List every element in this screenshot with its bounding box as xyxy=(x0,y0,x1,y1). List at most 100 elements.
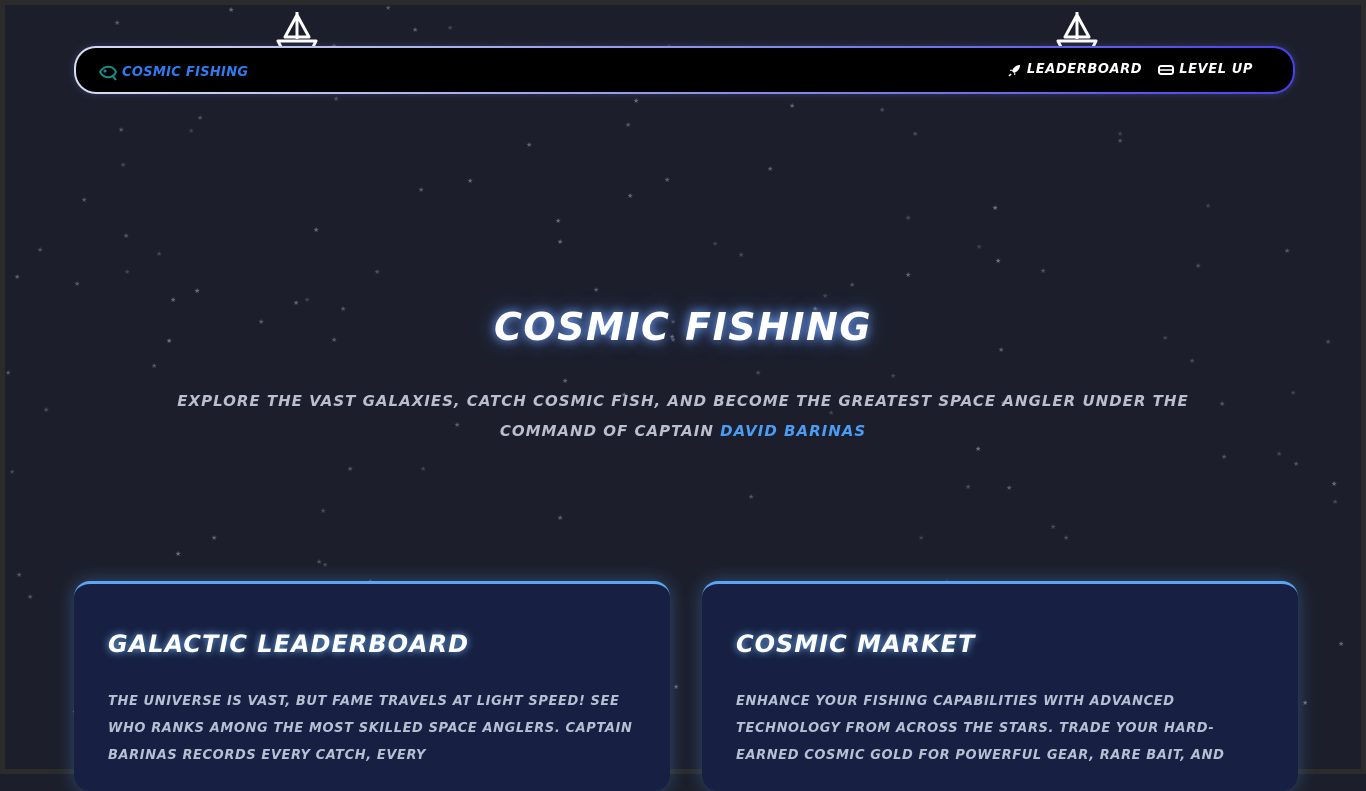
star-decoration: ★ xyxy=(316,558,323,566)
star-decoration: ★ xyxy=(1117,137,1124,145)
captain-name: DAVID BARINAS xyxy=(720,422,867,440)
star-decoration: ★ xyxy=(789,102,796,110)
card-description: ENHANCE YOUR FISHING CAPABILITIES WITH A… xyxy=(736,694,1225,763)
star-decoration: ★ xyxy=(118,126,125,134)
star-decoration: ★ xyxy=(1290,389,1297,397)
star-decoration: ★ xyxy=(385,4,392,12)
star-decoration: ★ xyxy=(822,292,829,300)
nav-link-label: LEVEL UP xyxy=(1179,62,1253,77)
star-decoration: ★ xyxy=(123,232,130,240)
star-decoration: ★ xyxy=(905,214,912,222)
card-title: COSMIC MARKET xyxy=(736,630,976,658)
leaderboard-card[interactable]: GALACTIC LEADERBOARD THE UNIVERSE IS VAS… xyxy=(74,581,670,791)
star-decoration: ★ xyxy=(879,106,886,114)
star-decoration: ★ xyxy=(1221,453,1228,461)
star-decoration: ★ xyxy=(120,161,127,169)
star-decoration: ★ xyxy=(322,561,329,569)
star-decoration: ★ xyxy=(304,296,311,304)
star-decoration: ★ xyxy=(1117,130,1124,138)
star-decoration: ★ xyxy=(74,280,81,288)
star-decoration: ★ xyxy=(1063,534,1070,542)
star-decoration: ★ xyxy=(320,507,327,515)
star-decoration: ★ xyxy=(16,571,23,579)
star-decoration: ★ xyxy=(912,130,919,138)
star-decoration: ★ xyxy=(156,250,163,258)
star-decoration: ★ xyxy=(673,683,680,691)
nav-link-level-up[interactable]: LEVEL UP xyxy=(1158,62,1253,77)
star-decoration: ★ xyxy=(1205,202,1212,210)
star-decoration: ★ xyxy=(228,6,235,14)
star-decoration: ★ xyxy=(905,271,912,279)
star-decoration: ★ xyxy=(9,468,16,476)
star-decoration: ★ xyxy=(1189,357,1196,365)
star-decoration: ★ xyxy=(890,372,897,380)
star-decoration: ★ xyxy=(1040,267,1047,275)
star-decoration: ★ xyxy=(333,95,340,103)
star-decoration: ★ xyxy=(1293,460,1300,468)
star-decoration: ★ xyxy=(976,243,983,251)
star-decoration: ★ xyxy=(593,286,600,294)
star-decoration: ★ xyxy=(467,177,474,185)
star-decoration: ★ xyxy=(27,593,34,601)
fish-logo-icon xyxy=(98,65,118,81)
star-decoration: ★ xyxy=(124,268,131,276)
card-icon xyxy=(1158,64,1175,75)
star-decoration: ★ xyxy=(1276,450,1283,458)
star-decoration: ★ xyxy=(562,377,569,385)
brand-link[interactable]: COSMIC FISHING xyxy=(98,62,248,82)
star-decoration: ★ xyxy=(627,192,634,200)
star-decoration: ★ xyxy=(1284,247,1291,255)
nav-link-leaderboard[interactable]: LEADERBOARD xyxy=(1008,62,1142,77)
card-title: GALACTIC LEADERBOARD xyxy=(108,630,470,658)
star-decoration: ★ xyxy=(211,534,218,542)
star-decoration: ★ xyxy=(5,369,12,377)
star-decoration: ★ xyxy=(526,141,533,149)
star-decoration: ★ xyxy=(447,24,454,32)
star-decoration: ★ xyxy=(1195,262,1202,270)
star-decoration: ★ xyxy=(625,121,632,129)
star-decoration: ★ xyxy=(748,493,755,501)
star-decoration: ★ xyxy=(188,127,195,135)
star-decoration: ★ xyxy=(633,97,640,105)
star-decoration: ★ xyxy=(918,534,925,542)
star-decoration: ★ xyxy=(151,362,158,370)
market-card[interactable]: COSMIC MARKET ENHANCE YOUR FISHING CAPAB… xyxy=(702,581,1298,791)
star-decoration: ★ xyxy=(37,246,44,254)
star-decoration: ★ xyxy=(197,114,204,122)
star-decoration: ★ xyxy=(313,226,320,234)
star-decoration: ★ xyxy=(170,296,177,304)
star-decoration: ★ xyxy=(755,369,762,377)
star-decoration: ★ xyxy=(43,406,50,414)
star-decoration: ★ xyxy=(175,550,182,558)
star-decoration: ★ xyxy=(664,176,671,184)
star-decoration: ★ xyxy=(1302,699,1309,707)
star-decoration: ★ xyxy=(418,186,425,194)
star-decoration: ★ xyxy=(992,204,999,212)
star-decoration: ★ xyxy=(767,165,774,173)
star-decoration: ★ xyxy=(420,465,427,473)
star-decoration: ★ xyxy=(557,514,564,522)
star-decoration: ★ xyxy=(738,251,745,259)
star-decoration: ★ xyxy=(14,273,21,281)
hero-subtitle-text: EXPLORE THE VAST GALAXIES, CATCH COSMIC … xyxy=(177,392,1189,440)
hero-title: COSMIC FISHING xyxy=(493,305,873,349)
star-decoration: ★ xyxy=(81,196,88,204)
star-decoration: ★ xyxy=(412,26,419,34)
star-decoration: ★ xyxy=(1331,480,1338,488)
star-decoration: ★ xyxy=(555,217,562,225)
nav-links: LEADERBOARD LEVEL UP xyxy=(1008,62,1253,77)
nav-link-label: LEADERBOARD xyxy=(1026,62,1143,77)
star-decoration: ★ xyxy=(1332,498,1339,506)
star-decoration: ★ xyxy=(712,240,719,248)
brand-name: COSMIC FISHING xyxy=(122,64,249,80)
star-decoration: ★ xyxy=(995,257,1002,265)
card-description: THE UNIVERSE IS VAST, BUT FAME TRAVELS A… xyxy=(108,694,633,763)
star-decoration: ★ xyxy=(194,287,201,295)
star-decoration: ★ xyxy=(347,465,354,473)
star-decoration: ★ xyxy=(849,281,856,289)
star-decoration: ★ xyxy=(1338,640,1345,648)
star-decoration: ★ xyxy=(1050,523,1057,531)
star-decoration: ★ xyxy=(1006,484,1013,492)
star-decoration: ★ xyxy=(965,483,972,491)
star-decoration: ★ xyxy=(557,238,564,246)
